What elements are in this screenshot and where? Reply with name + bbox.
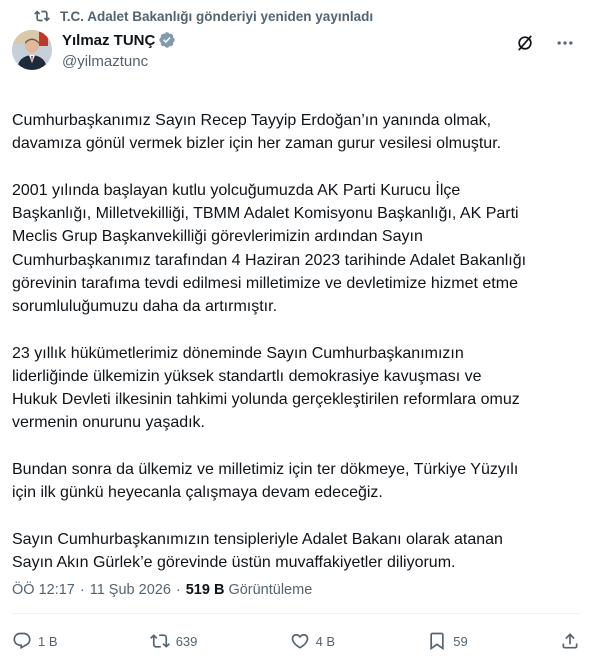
repost-text: T.C. Adalet Bakanlığı gönderiyi yeniden … [60,8,374,24]
like-button[interactable]: 4 B [290,631,336,651]
grok-button[interactable] [510,28,540,58]
repost-indicator[interactable]: T.C. Adalet Bakanlığı gönderiyi yeniden … [34,6,373,26]
avatar-image [12,30,52,70]
reply-count: 1 B [38,633,58,649]
author-block: Yılmaz TUNÇ @yilmaztunc [62,30,176,72]
top-actions [510,28,580,58]
reply-icon [13,632,31,650]
share-button[interactable] [560,631,580,651]
author-handle[interactable]: @yilmaztunc [62,52,176,72]
tweet-time[interactable]: ÖÖ 12:17 [12,582,75,598]
grok-icon [518,35,532,51]
bookmark-count: 59 [453,633,468,649]
bookmark-icon [430,632,444,651]
divider [12,613,580,614]
views-count: 519 B [185,582,225,598]
avatar[interactable] [12,30,52,70]
tweet-paragraph: Cumhurbaşkanımız Sayın Recep Tayyip Erdo… [12,112,502,153]
more-options-button[interactable] [550,28,580,58]
tweet-date[interactable]: 11 Şub 2026 [90,582,171,598]
meta-separator: · [175,582,181,598]
heart-icon [291,633,308,649]
more-icon [557,41,573,45]
tweet-paragraph: Sayın Cumhurbaşkanımızın tensipleriyle A… [12,531,503,572]
tweet-paragraph: 23 yıllık hükümetlerimiz döneminde Sayın… [12,344,520,432]
tweet-paragraph: Bundan sonra da ülkemiz ve milletimiz iç… [12,461,519,502]
meta-separator: · [79,582,85,598]
verified-badge-icon[interactable] [158,31,176,49]
tweet-paragraph: 2001 yılında başlayan kutlu yolcuğumuzda… [12,182,527,316]
repost-icon [149,634,170,648]
like-count: 4 B [315,633,336,649]
tweet-meta: ÖÖ 12:17 · 11 Şub 2026 · 519 B Görüntüle… [12,580,312,600]
reply-button[interactable]: 1 B [12,631,58,651]
repost-button[interactable]: 639 [149,631,198,651]
bookmark-button[interactable]: 59 [427,631,468,651]
repost-icon [34,10,50,22]
repost-count: 639 [175,633,198,649]
action-bar: 1 B 639 4 B 59 [12,628,580,654]
views-label: Görüntüleme [228,582,313,598]
author-display-name[interactable]: Yılmaz TUNÇ [62,32,155,49]
share-icon [562,633,578,649]
tweet-text: Cumhurbaşkanımız Sayın Recep Tayyip Erdo… [12,109,578,598]
